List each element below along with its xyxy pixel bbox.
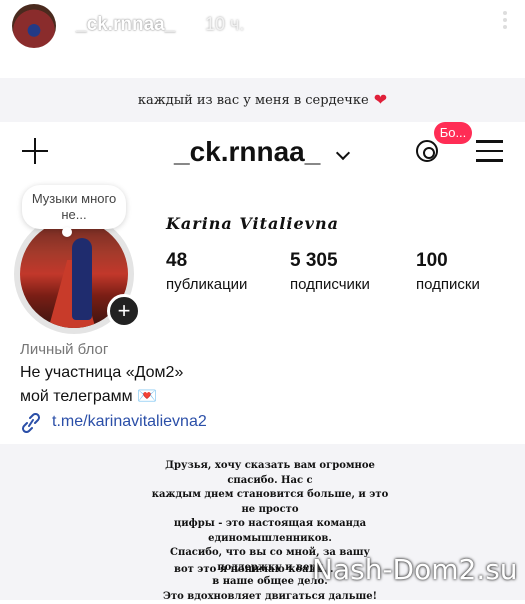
stat-label: подписки (416, 276, 480, 293)
avatar-photo-figure (72, 238, 92, 320)
note-bubble-tail (62, 227, 72, 237)
story-avatar[interactable] (12, 4, 56, 48)
message-line: Это вдохновляет двигаться дальше! (150, 590, 390, 604)
bio-link[interactable]: t.me/karinavitalievna2 (52, 413, 207, 431)
plus-icon[interactable] (22, 138, 48, 164)
stat-followers[interactable]: 5 305 подписчики (290, 250, 370, 293)
stat-following[interactable]: 100 подписки (416, 250, 480, 293)
bio-line: Не участница «Дом2» (20, 364, 183, 382)
stat-label: подписчики (290, 276, 370, 293)
profile-username[interactable]: _ck.rnnaa_ (174, 136, 320, 168)
more-vertical-icon[interactable] (500, 8, 510, 34)
story-username[interactable]: _ck.rnnaa_ (76, 14, 175, 36)
stat-value: 48 (166, 250, 247, 272)
note-text: Музыки много не... (22, 185, 126, 223)
bio-line: мой телеграмм 💌 (20, 386, 157, 406)
story-time: 10 ч. (205, 14, 244, 35)
stat-posts[interactable]: 48 публикации (166, 250, 247, 293)
threads-icon[interactable] (416, 140, 438, 162)
caption-text: каждый из вас у меня в сердечке (138, 93, 369, 108)
menu-icon[interactable] (476, 140, 503, 164)
story-caption: каждый из вас у меня в сердечке ❤ (0, 78, 525, 122)
threads-badge[interactable]: Бо... (434, 122, 472, 144)
display-name: Karina Vitalievna (166, 214, 339, 233)
message-line: Друзья, хочу сказать вам огромное спасиб… (150, 459, 390, 488)
link-icon (20, 413, 42, 433)
watermark: Nash-Dom2.su (312, 553, 518, 586)
bio-category: Личный блог (20, 341, 108, 358)
message-line: каждым днем становится больше, и это не … (150, 488, 390, 517)
add-story-button[interactable]: + (107, 294, 141, 328)
stat-value: 5 305 (290, 250, 370, 272)
note-bubble[interactable]: Музыки много не... (22, 185, 126, 229)
message-line: цифры - это настоящая команда единомышле… (150, 517, 390, 546)
message-last-line: вот это я понимаю коали... (174, 564, 334, 575)
stat-value: 100 (416, 250, 480, 272)
stat-label: публикации (166, 276, 247, 293)
heart-icon: ❤ (374, 90, 387, 110)
